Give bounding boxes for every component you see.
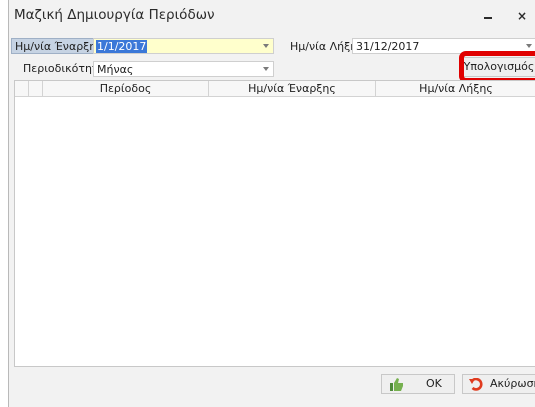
start-date-value[interactable]: 1/1/2017 xyxy=(96,40,148,53)
cancel-button[interactable]: Ακύρωση xyxy=(462,374,535,394)
chevron-down-icon[interactable] xyxy=(526,44,532,48)
chevron-down-icon[interactable] xyxy=(263,67,269,71)
close-icon[interactable]: × xyxy=(517,9,527,23)
bulk-period-creation-dialog: Μαζική Δημιουργία Περιόδων × Ημ/νία Έναρ… xyxy=(8,0,535,407)
periods-grid[interactable]: Περίοδος Ημ/νία Έναρξης Ημ/νία Λήξης xyxy=(14,80,535,367)
title-bar: Μαζική Δημιουργία Περιόδων × xyxy=(9,0,535,33)
ok-label: OK xyxy=(426,377,442,390)
thumbs-up-icon xyxy=(390,378,403,391)
frequency-combo[interactable]: Μήνας xyxy=(93,61,274,77)
column-header-period[interactable]: Περίοδος xyxy=(43,81,209,96)
ok-button[interactable]: OK xyxy=(381,374,455,394)
dialog-footer: OK Ακύρωση xyxy=(9,367,535,407)
grid-header: Περίοδος Ημ/νία Έναρξης Ημ/νία Λήξης xyxy=(15,81,535,97)
end-date-value[interactable]: 31/12/2017 xyxy=(356,40,419,53)
start-date-combo[interactable]: 1/1/2017 xyxy=(93,38,274,54)
row-indicator-header xyxy=(15,81,29,96)
chevron-down-icon[interactable] xyxy=(263,44,269,48)
minimize-icon[interactable] xyxy=(484,17,492,19)
cancel-label: Ακύρωση xyxy=(490,377,535,390)
undo-arrow-icon xyxy=(469,378,483,391)
row-indicator-header xyxy=(29,81,43,96)
column-header-end-date[interactable]: Ημ/νία Λήξης xyxy=(376,81,535,96)
column-header-start-date[interactable]: Ημ/νία Έναρξης xyxy=(209,81,376,96)
frequency-value[interactable]: Μήνας xyxy=(97,63,133,76)
highlight-box xyxy=(459,51,535,83)
dialog-title: Μαζική Δημιουργία Περιόδων xyxy=(14,7,215,23)
